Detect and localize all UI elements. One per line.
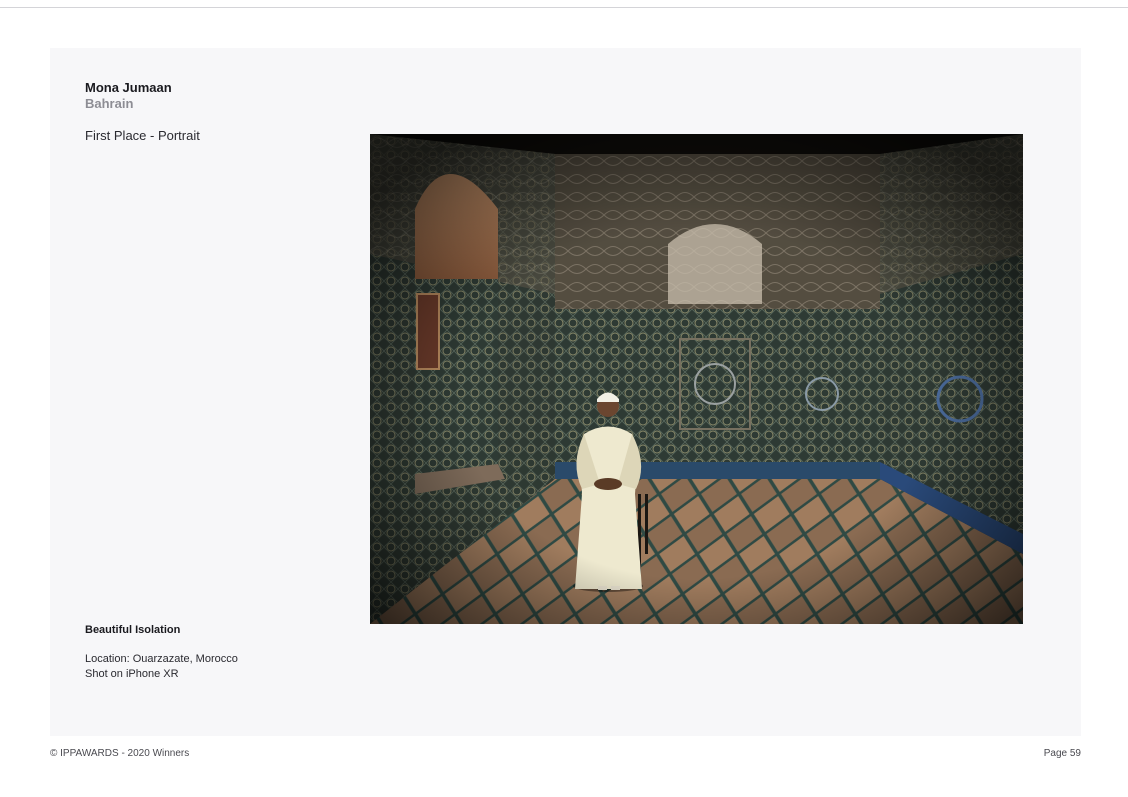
winning-photograph bbox=[370, 134, 1023, 624]
photographer-name: Mona Jumaan bbox=[85, 80, 172, 95]
award-category: First Place - Portrait bbox=[85, 128, 200, 143]
entry-card: Mona Jumaan Bahrain First Place - Portra… bbox=[50, 48, 1081, 736]
photographer-country: Bahrain bbox=[85, 96, 134, 111]
page-number: Page 59 bbox=[1043, 748, 1081, 759]
photo-location: Location: Ouarzazate, Morocco bbox=[85, 653, 238, 665]
photo-title: Beautiful Isolation bbox=[85, 624, 181, 636]
footer-copyright: © IPPAWARDS - 2020 Winners bbox=[50, 748, 190, 759]
photo-device: Shot on iPhone XR bbox=[85, 668, 179, 680]
top-rule bbox=[0, 7, 1128, 8]
photo-illustration bbox=[370, 134, 1023, 624]
